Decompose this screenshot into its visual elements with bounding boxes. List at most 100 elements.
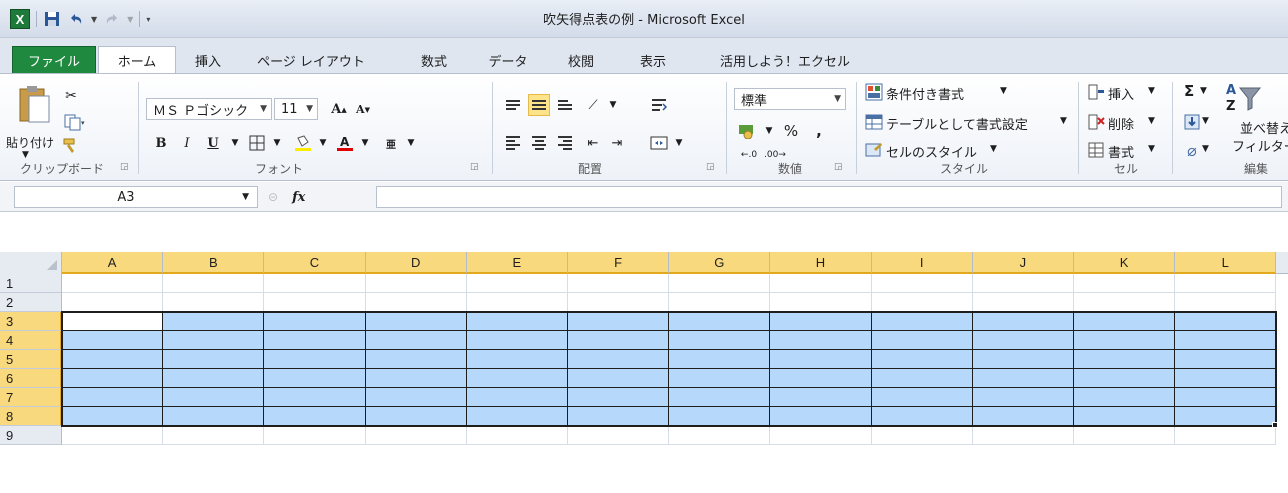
- clipboard-launcher-icon[interactable]: ◲: [120, 162, 129, 172]
- format-cells-icon[interactable]: [1086, 140, 1106, 160]
- cell-g9[interactable]: [669, 426, 771, 445]
- column-header-j[interactable]: J: [972, 252, 1074, 274]
- cell-f7[interactable]: [568, 388, 670, 407]
- cell-f5[interactable]: [568, 350, 670, 369]
- cell-c5[interactable]: [264, 350, 366, 369]
- formula-bar-resize-icon[interactable]: ⊝: [268, 190, 278, 204]
- cell-g7[interactable]: [669, 388, 771, 407]
- column-header-h[interactable]: H: [770, 252, 872, 274]
- align-right-icon[interactable]: [554, 132, 576, 154]
- cell-i2[interactable]: [871, 293, 973, 312]
- filter-label[interactable]: フィルター: [1232, 136, 1288, 155]
- increase-indent-icon[interactable]: ⇥: [606, 132, 628, 154]
- cell-l7[interactable]: [1175, 388, 1277, 407]
- row-header-3[interactable]: 3: [0, 312, 62, 331]
- cell-f8[interactable]: [568, 407, 670, 426]
- row-header-2[interactable]: 2: [0, 293, 62, 312]
- column-header-l[interactable]: L: [1175, 252, 1277, 274]
- paste-dropdown-icon[interactable]: ▼: [22, 150, 29, 160]
- format-painter-icon[interactable]: [60, 136, 82, 156]
- cell-f6[interactable]: [568, 369, 670, 388]
- cell-i8[interactable]: [871, 407, 973, 426]
- cell-a7[interactable]: [62, 388, 164, 407]
- cell-a6[interactable]: [62, 369, 164, 388]
- alignment-launcher-icon[interactable]: ◲: [706, 162, 715, 172]
- cell-c4[interactable]: [264, 331, 366, 350]
- cell-j1[interactable]: [972, 274, 1074, 293]
- cell-b3[interactable]: [163, 312, 265, 331]
- cell-d9[interactable]: [365, 426, 467, 445]
- font-launcher-icon[interactable]: ◲: [470, 162, 479, 172]
- formula-input[interactable]: [376, 186, 1282, 208]
- underline-dropdown-icon[interactable]: ▼: [224, 132, 246, 154]
- cell-k6[interactable]: [1074, 369, 1176, 388]
- insert-cells-button[interactable]: 挿入: [1108, 84, 1134, 103]
- cell-i6[interactable]: [871, 369, 973, 388]
- cell-d6[interactable]: [365, 369, 467, 388]
- tab-insert[interactable]: 挿入: [182, 46, 234, 74]
- cell-l3[interactable]: [1175, 312, 1277, 331]
- column-header-d[interactable]: D: [365, 252, 467, 274]
- cell-i5[interactable]: [871, 350, 973, 369]
- cell-l4[interactable]: [1175, 331, 1277, 350]
- decrease-indent-icon[interactable]: ⇤: [582, 132, 604, 154]
- cell-i7[interactable]: [871, 388, 973, 407]
- cell-styles-button[interactable]: セルのスタイル: [886, 142, 977, 161]
- column-header-c[interactable]: C: [264, 252, 366, 274]
- chevron-down-icon[interactable]: ▼: [1148, 144, 1155, 154]
- cell-g4[interactable]: [669, 331, 771, 350]
- cell-b1[interactable]: [163, 274, 265, 293]
- cell-j2[interactable]: [972, 293, 1074, 312]
- align-bottom-icon[interactable]: [554, 94, 576, 116]
- cell-d1[interactable]: [365, 274, 467, 293]
- cell-g6[interactable]: [669, 369, 771, 388]
- cell-a8[interactable]: [62, 407, 164, 426]
- fill-color-dropdown-icon[interactable]: ▼: [312, 132, 334, 154]
- align-center-icon[interactable]: [528, 132, 550, 154]
- chevron-down-icon[interactable]: ▼: [1148, 116, 1155, 126]
- row-header-1[interactable]: 1: [0, 274, 62, 293]
- cell-k3[interactable]: [1074, 312, 1176, 331]
- column-header-f[interactable]: F: [568, 252, 670, 274]
- orientation-dropdown-icon[interactable]: ▼: [602, 94, 624, 116]
- tab-view[interactable]: 表示: [628, 46, 678, 74]
- tab-formulas[interactable]: 数式: [404, 46, 464, 74]
- cell-k2[interactable]: [1074, 293, 1176, 312]
- cell-c1[interactable]: [264, 274, 366, 293]
- cell-d5[interactable]: [365, 350, 467, 369]
- column-header-i[interactable]: I: [871, 252, 973, 274]
- cell-h7[interactable]: [770, 388, 872, 407]
- chevron-down-icon[interactable]: ▼: [990, 144, 997, 154]
- insert-function-icon[interactable]: fx: [292, 190, 305, 205]
- cell-f2[interactable]: [568, 293, 670, 312]
- paste-icon[interactable]: [14, 82, 54, 126]
- cell-h8[interactable]: [770, 407, 872, 426]
- cell-l8[interactable]: [1175, 407, 1277, 426]
- cell-e6[interactable]: [466, 369, 568, 388]
- cell-k7[interactable]: [1074, 388, 1176, 407]
- cell-d4[interactable]: [365, 331, 467, 350]
- cell-h2[interactable]: [770, 293, 872, 312]
- cell-e9[interactable]: [466, 426, 568, 445]
- delete-cells-button[interactable]: 削除: [1108, 114, 1134, 133]
- tab-page-layout[interactable]: ページ レイアウト: [246, 46, 376, 74]
- row-header-5[interactable]: 5: [0, 350, 62, 369]
- cell-j4[interactable]: [972, 331, 1074, 350]
- align-top-icon[interactable]: [502, 94, 524, 116]
- number-format-combo[interactable]: 標準 ▼: [734, 88, 846, 110]
- grow-font-button[interactable]: A ▲: [328, 98, 350, 120]
- chevron-down-icon[interactable]: ▼: [834, 94, 841, 104]
- cell-b8[interactable]: [163, 407, 265, 426]
- cell-c9[interactable]: [264, 426, 366, 445]
- column-header-a[interactable]: A: [62, 252, 164, 274]
- comma-button[interactable]: ,: [808, 120, 830, 142]
- autosum-icon[interactable]: Σ: [1184, 82, 1194, 100]
- cell-j6[interactable]: [972, 369, 1074, 388]
- cell-h3[interactable]: [770, 312, 872, 331]
- cell-k1[interactable]: [1074, 274, 1176, 293]
- font-size-combo[interactable]: 11 ▼: [274, 98, 318, 120]
- cell-a9[interactable]: [62, 426, 164, 445]
- row-header-4[interactable]: 4: [0, 331, 62, 350]
- font-color-dropdown-icon[interactable]: ▼: [354, 132, 376, 154]
- cell-b9[interactable]: [163, 426, 265, 445]
